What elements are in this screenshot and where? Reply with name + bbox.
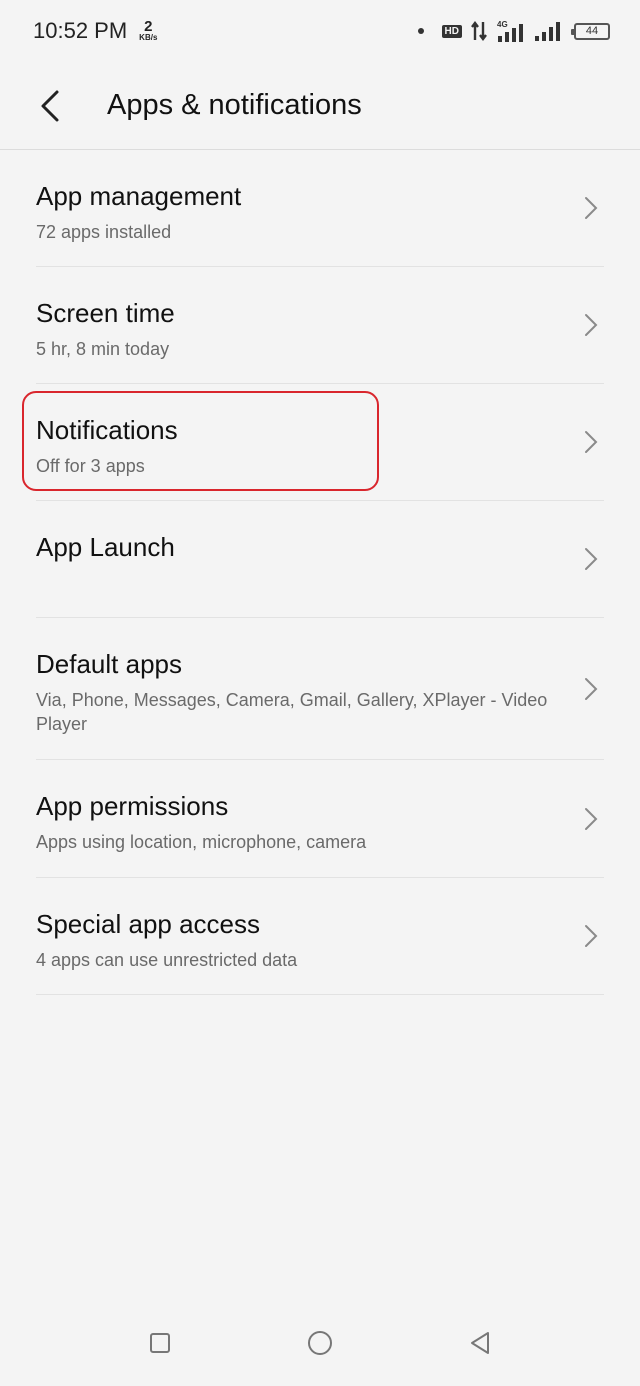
chevron-right-icon (585, 197, 598, 219)
chevron-right-icon (585, 807, 598, 830)
settings-list: App management 72 apps installed Screen … (0, 150, 640, 995)
triangle-back-icon (471, 1332, 489, 1354)
svg-text:4G: 4G (497, 20, 508, 29)
back-button[interactable] (20, 76, 80, 136)
circle-icon (308, 1331, 332, 1355)
status-time: 10:52 PM (33, 18, 128, 43)
chevron-left-icon (41, 90, 59, 121)
item-title: Default apps (36, 649, 182, 679)
app-bar: Apps & notifications (0, 62, 640, 150)
item-title: App Launch (36, 532, 175, 562)
notification-dot-icon (417, 28, 424, 34)
signal-strength-icon (535, 22, 560, 41)
item-title: App management (36, 181, 242, 211)
network-speed-value: 2 (144, 17, 153, 35)
network-speed-unit: KB/s (139, 32, 158, 42)
home-button[interactable] (300, 1323, 340, 1363)
hd-voice-icon: HD (441, 24, 462, 38)
system-nav-bar (0, 1306, 640, 1380)
item-subtitle: 4 apps can use unrestricted data (36, 950, 298, 970)
item-title: Special app access (36, 909, 261, 939)
list-item-special-app-access[interactable]: Special app access 4 apps can use unrest… (36, 878, 604, 995)
list-item-default-apps[interactable]: Default apps Via, Phone, Messages, Camer… (36, 618, 604, 760)
page-title: Apps & notifications (107, 89, 362, 121)
nav-back-button[interactable] (460, 1323, 500, 1363)
battery-icon: 44 (571, 22, 610, 40)
item-subtitle: Apps using location, microphone, camera (36, 832, 367, 852)
chevron-right-icon (585, 431, 598, 453)
item-subtitle: Via, Phone, Messages, Camera, Gmail, Gal… (36, 690, 548, 734)
signal-4g-icon: 4G (497, 20, 523, 42)
list-item-app-permissions[interactable]: App permissions Apps using location, mic… (36, 760, 604, 878)
status-bar: 10:52 PM 2 KB/s HD 4G 44 (0, 0, 640, 62)
status-right: HD 4G 44 (417, 19, 610, 43)
recents-button[interactable] (140, 1323, 180, 1363)
square-icon (150, 1333, 170, 1353)
list-item-app-launch[interactable]: App Launch (36, 501, 604, 618)
item-title: Screen time (36, 298, 175, 328)
highlight-annotation (22, 391, 379, 491)
chevron-right-icon (585, 314, 598, 336)
status-left: 10:52 PM 2 KB/s (33, 18, 157, 44)
network-speed: 2 KB/s (139, 19, 157, 42)
list-item-app-management[interactable]: App management 72 apps installed (36, 150, 604, 267)
list-item-screen-time[interactable]: Screen time 5 hr, 8 min today (36, 267, 604, 384)
item-title: App permissions (36, 791, 229, 821)
data-transfer-icon (471, 21, 487, 41)
chevron-right-icon (585, 548, 598, 570)
item-subtitle: 72 apps installed (36, 222, 172, 242)
item-subtitle: 5 hr, 8 min today (36, 339, 170, 359)
chevron-right-icon (585, 677, 598, 700)
chevron-right-icon (585, 925, 598, 947)
